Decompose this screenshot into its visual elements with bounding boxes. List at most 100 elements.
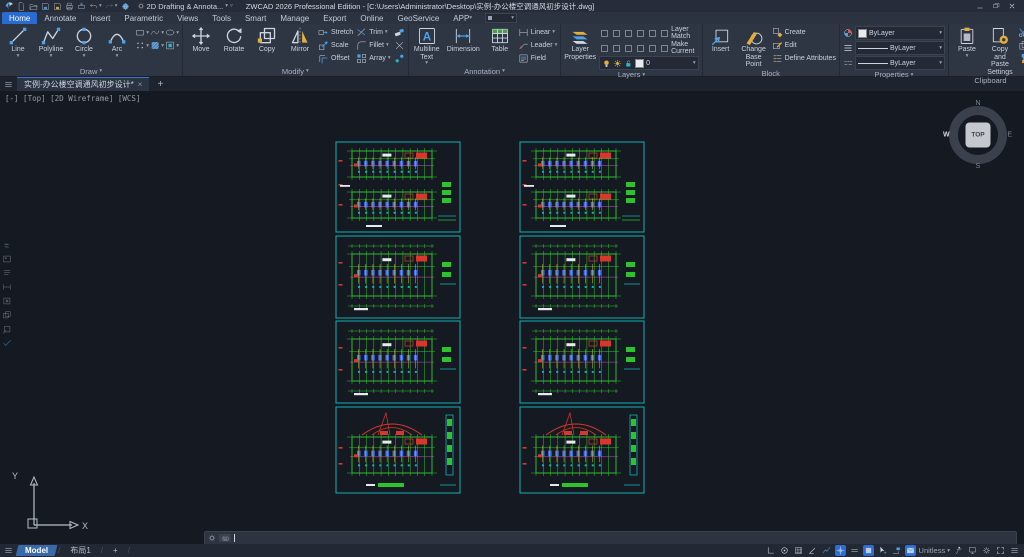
spline-icon[interactable]: ▾ <box>150 27 164 38</box>
window-maximize-button[interactable] <box>992 2 1000 10</box>
new-layout-button[interactable]: + <box>105 545 126 556</box>
lineweight-prop-icon[interactable] <box>843 43 853 53</box>
fillet-button[interactable]: Fillet▾ <box>356 39 391 51</box>
ribbon-tab-tools[interactable]: Tools <box>205 12 238 24</box>
table-button[interactable]: Table <box>485 26 515 54</box>
layer-properties-button[interactable]: Layer Properties <box>564 26 596 61</box>
window-close-button[interactable] <box>1008 2 1016 10</box>
multiline-text-button[interactable]: AMultiline Text▾ <box>412 26 442 65</box>
color-dropdown[interactable]: ByLayer▾ <box>855 26 945 40</box>
ribbon-tab-app[interactable]: APP▾ <box>446 12 479 24</box>
offset-button[interactable]: Offset <box>318 52 353 64</box>
panel-label-modify[interactable]: Modify▾ <box>186 66 405 76</box>
move-button[interactable]: Move <box>186 26 216 54</box>
layer-match-button[interactable]: Layer Match <box>671 26 699 40</box>
lineweight-display-icon[interactable] <box>849 545 860 556</box>
gear-icon[interactable] <box>208 534 216 542</box>
lineweight-dropdown[interactable]: ByLayer▾ <box>855 41 945 55</box>
trim-button[interactable]: Trim▾ <box>356 26 391 38</box>
check-tool-icon[interactable] <box>1 337 13 349</box>
insert-tool-icon[interactable] <box>1 323 13 335</box>
image-tool-icon[interactable] <box>1 253 13 265</box>
line-button[interactable]: Line▾ <box>3 26 33 58</box>
drawing-sheet-8[interactable] <box>520 407 644 493</box>
layer-dropdown[interactable]: 0▾ <box>599 56 699 70</box>
cloud-icon[interactable] <box>121 2 130 11</box>
panel-label-annotation[interactable]: Annotation▾ <box>412 66 558 76</box>
copy-clip-icon[interactable] <box>1018 39 1024 51</box>
change-base-point-button[interactable]: Change Base Point <box>739 26 769 69</box>
dim-tool-icon[interactable] <box>1 281 13 293</box>
create-button[interactable]: Create <box>772 26 836 38</box>
annotation-monitor-icon[interactable] <box>953 545 964 556</box>
workspace-switch-icon[interactable] <box>967 545 978 556</box>
ribbon-tab-annotate[interactable]: Annotate <box>37 12 83 24</box>
snap-icon[interactable] <box>793 545 804 556</box>
drawing-sheet-2[interactable] <box>520 142 644 232</box>
list-tool-icon[interactable] <box>1 267 13 279</box>
crosshair-icon[interactable] <box>835 545 846 556</box>
polar-tracking-icon[interactable] <box>807 545 818 556</box>
layer-prev-icon[interactable] <box>635 43 646 54</box>
hamburger-icon[interactable] <box>4 80 13 89</box>
drawing-sheet-3[interactable] <box>336 236 460 318</box>
osnap-icon[interactable] <box>779 545 790 556</box>
save-as-icon[interactable] <box>53 2 62 11</box>
undo-icon[interactable]: ▾ <box>89 2 102 11</box>
tab-model[interactable]: Model <box>16 545 58 556</box>
units-dropdown[interactable]: Unitless▾ <box>919 546 950 555</box>
make-current-button[interactable]: Make Current <box>671 41 699 55</box>
copy-button[interactable]: Copy <box>252 26 282 54</box>
ribbon-tab-geoservice[interactable]: GeoService <box>390 12 446 24</box>
open-file-icon[interactable] <box>29 2 38 11</box>
drawing-sheet-4[interactable] <box>520 236 644 318</box>
join-icon[interactable] <box>394 52 405 64</box>
layer-match-mini-icon[interactable] <box>659 28 670 39</box>
layer-off-icon[interactable] <box>635 28 646 39</box>
redo-icon[interactable]: ▾ <box>105 2 118 11</box>
plot-icon[interactable] <box>77 2 86 11</box>
paste-button[interactable]: Paste▾ <box>952 26 982 58</box>
layer-lock-icon[interactable] <box>623 28 634 39</box>
layer-merge-icon[interactable] <box>647 43 658 54</box>
customize-menu-icon[interactable] <box>1009 545 1020 556</box>
transparency-icon[interactable] <box>863 545 874 556</box>
ribbon-tab-parametric[interactable]: Parametric <box>117 12 170 24</box>
polyline-button[interactable]: Polyline▾ <box>36 26 66 58</box>
field-button[interactable]: Field <box>518 52 558 64</box>
ellipse-icon[interactable]: ▾ <box>165 27 179 38</box>
settings-gear-icon[interactable] <box>981 545 992 556</box>
layer-unlock-icon[interactable] <box>611 43 622 54</box>
define-attributes-button[interactable]: Define Attributes <box>772 52 836 64</box>
linetype-dropdown[interactable]: ByLayer▾ <box>855 56 945 70</box>
point-icon[interactable]: ▾ <box>135 40 149 51</box>
layer-current-mini-icon[interactable] <box>659 43 670 54</box>
layer-walk-icon[interactable] <box>623 43 634 54</box>
compass-south-label[interactable]: S <box>976 163 981 170</box>
edit-button[interactable]: Edit <box>772 39 836 51</box>
panel-label-draw[interactable]: Draw▾ <box>3 66 179 76</box>
panel-label-layers[interactable]: Layers▾ <box>564 70 698 79</box>
close-icon[interactable]: × <box>138 80 143 89</box>
save-icon[interactable] <box>41 2 50 11</box>
erase-icon[interactable] <box>394 26 405 38</box>
annotation-scale-icon[interactable] <box>891 545 902 556</box>
circle-button[interactable]: Circle▾ <box>69 26 99 58</box>
block-tool-icon[interactable] <box>1 295 13 307</box>
linear-button[interactable]: Linear▾ <box>518 26 558 38</box>
pin-toggle-icon[interactable]: ▿ <box>230 4 233 8</box>
layer-on-icon[interactable] <box>599 28 610 39</box>
tab-layout1[interactable]: 布局1 <box>62 545 98 556</box>
explode-icon[interactable] <box>394 39 405 51</box>
compass-north-label[interactable]: N <box>975 100 980 107</box>
ribbon-tab-manage[interactable]: Manage <box>273 12 316 24</box>
drawing-sheet-5[interactable] <box>336 321 460 403</box>
scale-button[interactable]: Scale <box>318 39 353 51</box>
ribbon-tab-smart[interactable]: Smart <box>238 12 273 24</box>
layer-isolate-icon[interactable] <box>647 28 658 39</box>
fullscreen-icon[interactable] <box>995 545 1006 556</box>
compass-west-label[interactable]: W <box>943 132 950 139</box>
window-minimize-button[interactable] <box>976 2 984 10</box>
mirror-button[interactable]: Mirror <box>285 26 315 54</box>
drawing-sheet-1[interactable] <box>336 142 460 232</box>
